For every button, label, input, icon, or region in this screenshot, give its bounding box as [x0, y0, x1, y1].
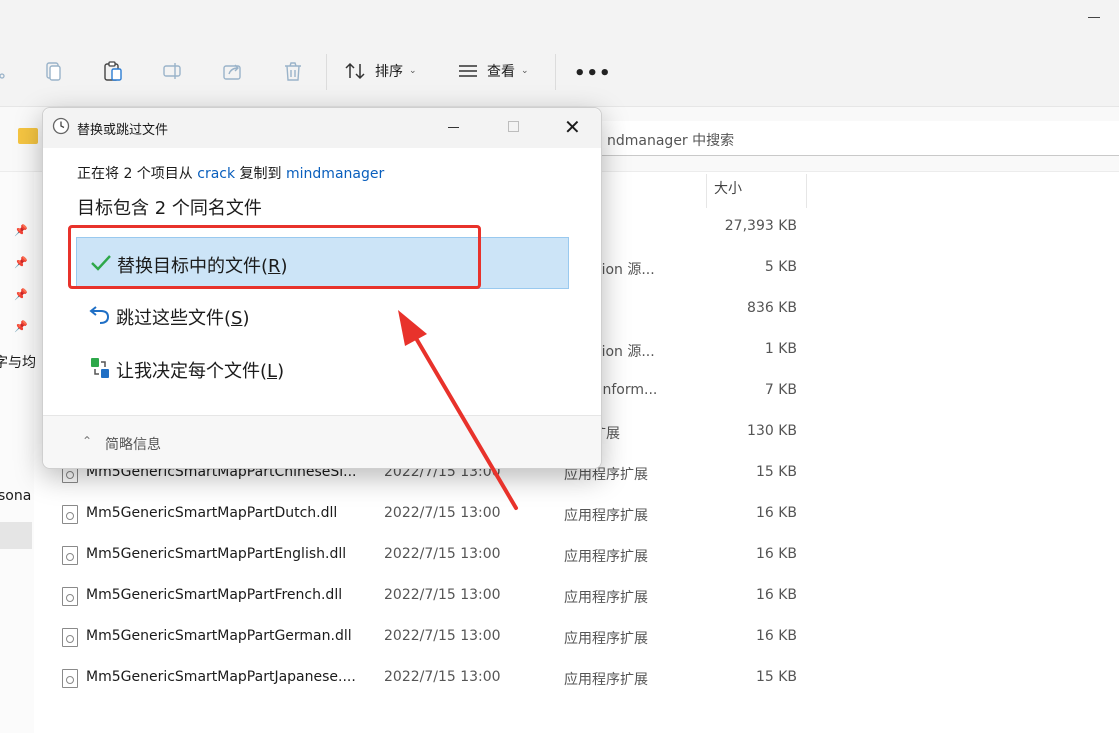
decide-each-file-label: 让我决定每个文件(L)	[116, 361, 285, 382]
table-row[interactable]: Mm5GenericSmartMapPartFrench.dll 2022/7/1…	[40, 576, 810, 616]
delete-icon[interactable]	[282, 60, 304, 82]
file-size: 1 KB	[764, 341, 797, 357]
table-row[interactable]: Mm5GenericSmartMapPartJapanese.... 2022/7…	[40, 658, 810, 698]
copy-status-prefix: 正在将 2 个项目从	[77, 166, 198, 182]
file-size: 130 KB	[747, 423, 797, 439]
dll-file-icon	[62, 587, 78, 606]
dll-file-icon	[62, 546, 78, 565]
chevron-down-icon: ⌄	[521, 66, 529, 76]
destination-folder-link[interactable]: mindmanager	[286, 166, 384, 182]
window-titlebar	[0, 0, 1119, 36]
sort-button[interactable]: 排序 ⌄	[345, 58, 417, 84]
file-date: 2022/7/15 13:00	[384, 505, 501, 521]
file-type: 应用程序扩展	[564, 672, 648, 688]
navigation-pane: 📌 📌 📌 📌 字与均 sona	[0, 172, 36, 733]
file-name: Mm5GenericSmartMapPartDutch.dll	[86, 505, 338, 521]
file-size: 836 KB	[747, 300, 797, 316]
file-size: 27,393 KB	[724, 218, 797, 234]
column-header-size[interactable]: 大小	[714, 178, 742, 208]
command-bar: 排序 ⌄ 查看 ⌄ •••	[0, 36, 1119, 107]
dialog-title: 替换或跳过文件	[77, 123, 169, 138]
dialog-close-icon[interactable]: ✕	[564, 117, 581, 137]
file-name: Mm5GenericSmartMapPartEnglish.dll	[86, 546, 347, 562]
nav-item-partial[interactable]: 字与均	[0, 352, 36, 372]
table-row[interactable]: Mm5GenericSmartMapPartGerman.dll 2022/7/1…	[40, 617, 810, 657]
file-date: 2022/7/15 13:00	[384, 546, 501, 562]
folder-icon	[18, 128, 38, 144]
file-size: 15 KB	[755, 669, 797, 685]
column-separator	[706, 174, 707, 208]
dialog-minimize-icon[interactable]	[448, 127, 459, 128]
sort-icon	[345, 62, 365, 80]
dialog-titlebar: 替换或跳过文件 ✕	[43, 108, 601, 148]
dll-file-icon	[62, 628, 78, 647]
sort-label: 排序	[375, 64, 403, 80]
compare-files-icon	[91, 358, 109, 378]
toolbar-separator	[555, 54, 556, 90]
copy-icon[interactable]	[42, 60, 64, 82]
clock-icon	[52, 117, 70, 135]
file-name: Mm5GenericSmartMapPartFrench.dll	[86, 587, 343, 603]
nav-item-partial[interactable]: sona	[0, 488, 31, 504]
table-row[interactable]: Mm5GenericSmartMapPartEnglish.dll 2022/7/…	[40, 535, 810, 575]
annotation-highlight-box	[68, 225, 481, 289]
file-size: 16 KB	[755, 628, 797, 644]
view-label: 查看	[487, 64, 515, 80]
paste-icon[interactable]	[102, 60, 124, 82]
minimize-icon[interactable]	[1088, 17, 1100, 18]
file-date: 2022/7/15 13:00	[384, 587, 501, 603]
dll-file-icon	[62, 669, 78, 688]
file-name: Mm5GenericSmartMapPartGerman.dll	[86, 628, 352, 644]
dialog-heading: 目标包含 2 个同名文件	[77, 198, 262, 219]
column-separator	[806, 174, 807, 208]
file-size: 16 KB	[755, 587, 797, 603]
dialog-footer: ⌃ 简略信息	[43, 416, 601, 468]
share-icon[interactable]	[222, 60, 244, 82]
pin-icon: 📌	[14, 320, 28, 333]
rename-icon[interactable]	[162, 60, 184, 82]
toolbar-separator	[326, 54, 327, 90]
file-type: 应用程序扩展	[564, 508, 648, 524]
file-type: 应用程序扩展	[564, 549, 648, 565]
file-date: 2022/7/15 13:00	[384, 669, 501, 685]
table-row[interactable]: Mm5GenericSmartMapPartDutch.dll 2022/7/15…	[40, 494, 810, 534]
skip-files-label: 跳过这些文件(S)	[116, 308, 250, 329]
undo-arrow-icon	[89, 306, 110, 324]
file-type: 应用程序扩展	[564, 590, 648, 606]
file-size: 7 KB	[764, 382, 797, 398]
search-placeholder: ndmanager 中搜索	[607, 133, 735, 149]
skip-files-option[interactable]: 跳过这些文件(S)	[76, 290, 569, 342]
source-folder-link[interactable]: crack	[197, 166, 235, 182]
cut-icon[interactable]	[0, 60, 22, 82]
file-size: 15 KB	[755, 464, 797, 480]
file-size: 5 KB	[764, 259, 797, 275]
file-date: 2022/7/15 13:00	[384, 628, 501, 644]
chevron-down-icon: ⌄	[409, 66, 417, 76]
copy-status-line: 正在将 2 个项目从 crack 复制到 mindmanager	[77, 163, 384, 183]
copy-status-middle: 复制到	[235, 166, 287, 182]
dialog-maximize-icon	[508, 121, 519, 132]
file-name: Mm5GenericSmartMapPartJapanese....	[86, 669, 356, 685]
pin-icon: 📌	[14, 288, 28, 301]
fewer-details-button[interactable]: 简略信息	[105, 434, 161, 454]
file-size: 16 KB	[755, 505, 797, 521]
pin-icon: 📌	[14, 224, 28, 237]
decide-each-file-option[interactable]: 让我决定每个文件(L)	[76, 343, 569, 395]
more-options-button[interactable]: •••	[574, 63, 612, 84]
search-input[interactable]: ndmanager 中搜索	[590, 121, 1119, 156]
chevron-up-icon[interactable]: ⌃	[82, 434, 92, 448]
file-size: 16 KB	[755, 546, 797, 562]
nav-selected-item[interactable]	[0, 522, 32, 549]
file-type: 应用程序扩展	[564, 631, 648, 647]
pin-icon: 📌	[14, 256, 28, 269]
dll-file-icon	[62, 505, 78, 524]
view-button[interactable]: 查看 ⌄	[457, 58, 529, 84]
view-icon	[459, 65, 477, 77]
